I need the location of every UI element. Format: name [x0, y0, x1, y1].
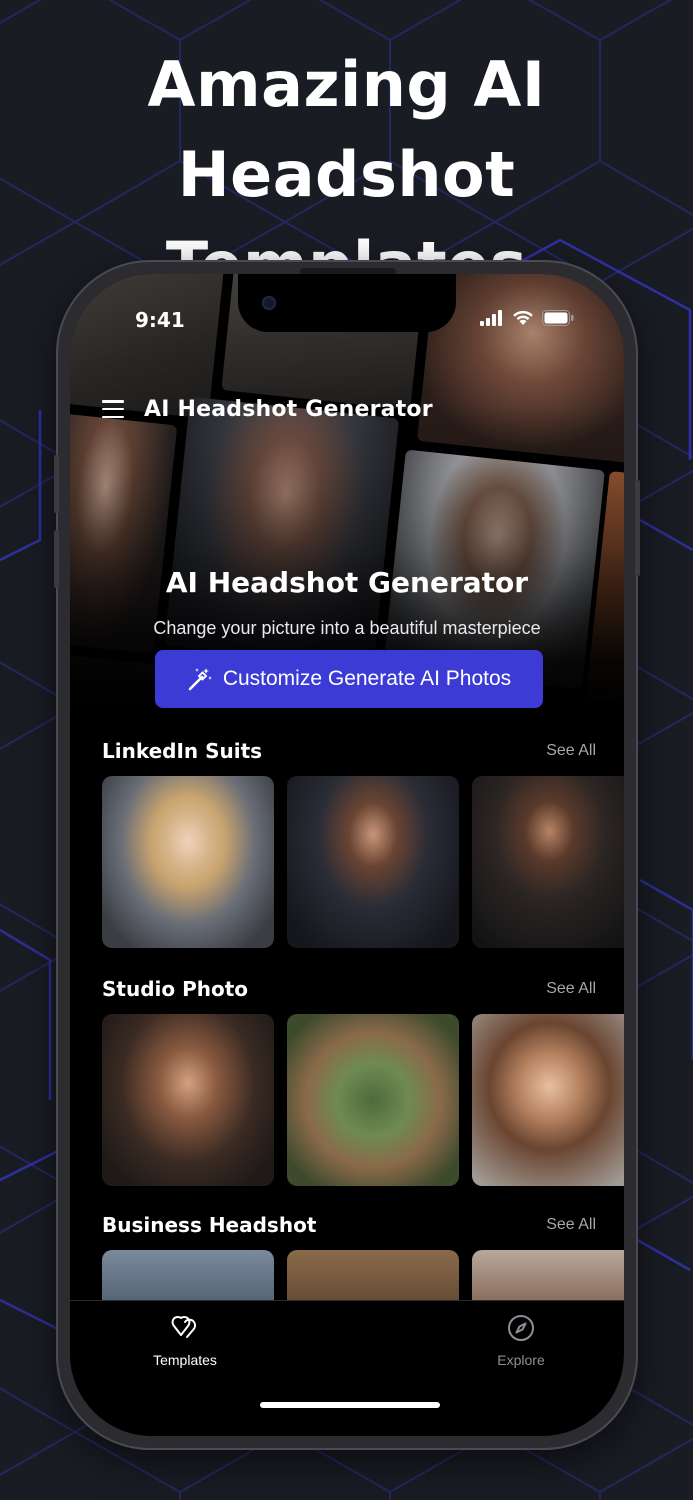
- side-button: [54, 455, 59, 513]
- template-carousel[interactable]: [102, 1014, 624, 1186]
- customize-generate-button-label: Customize Generate AI Photos: [222, 667, 512, 690]
- see-all-link[interactable]: See All: [546, 1216, 596, 1234]
- template-thumbnail[interactable]: [472, 1014, 624, 1186]
- section-header: Studio Photo See All: [102, 974, 624, 1004]
- template-thumbnail[interactable]: [102, 1014, 274, 1186]
- wifi-icon: [513, 310, 533, 325]
- status-icons: [480, 310, 574, 326]
- templates-icon: [171, 1316, 197, 1338]
- template-thumbnail[interactable]: [287, 776, 459, 948]
- hero-heading: AI Headshot Generator: [165, 566, 529, 599]
- template-carousel[interactable]: [102, 776, 624, 948]
- section-title: Studio Photo: [102, 977, 249, 1001]
- battery-icon: [542, 310, 574, 326]
- section-linkedin-suits: LinkedIn Suits See All: [102, 736, 624, 948]
- side-button: [635, 480, 640, 576]
- see-all-link[interactable]: See All: [546, 980, 596, 998]
- side-button: [54, 530, 59, 588]
- promo-headline-line1: Amazing AI: [147, 48, 546, 121]
- compass-icon: [508, 1315, 534, 1341]
- section-header: Business Headshot See All: [102, 1210, 624, 1240]
- section-header: LinkedIn Suits See All: [102, 736, 624, 766]
- signal-icon: [480, 310, 502, 326]
- template-thumbnail[interactable]: [102, 776, 274, 948]
- hero-subtitle: Change your picture into a beautiful mas…: [153, 618, 541, 638]
- status-bar: 9:41: [70, 304, 624, 338]
- tab-templates[interactable]: Templates: [125, 1313, 245, 1368]
- tab-templates-label: Templates: [153, 1352, 217, 1368]
- hero-gradient-overlay: [70, 274, 624, 714]
- app-bar: AI Headshot Generator: [102, 392, 433, 426]
- section-title: Business Headshot: [102, 1213, 317, 1237]
- customize-generate-button[interactable]: Customize Generate AI Photos: [155, 650, 543, 708]
- template-thumbnail[interactable]: [287, 1014, 459, 1186]
- hamburger-menu-icon[interactable]: [102, 400, 124, 418]
- section-title: LinkedIn Suits: [102, 739, 263, 763]
- template-thumbnail[interactable]: [472, 776, 624, 948]
- hero-banner: [70, 274, 624, 714]
- tab-explore-label: Explore: [497, 1352, 545, 1368]
- app-title: AI Headshot Generator: [144, 396, 433, 422]
- magic-wand-icon: [188, 668, 212, 691]
- home-indicator: [260, 1402, 440, 1408]
- see-all-link[interactable]: See All: [546, 742, 596, 760]
- section-studio-photo: Studio Photo See All: [102, 974, 624, 1186]
- status-time: 9:41: [135, 308, 185, 332]
- tab-explore[interactable]: Explore: [461, 1313, 581, 1368]
- phone-screen: 9:41 AI Headshot Generator AI Headshot G…: [70, 274, 624, 1436]
- bottom-tab-bar: Templates Explore: [70, 1300, 624, 1436]
